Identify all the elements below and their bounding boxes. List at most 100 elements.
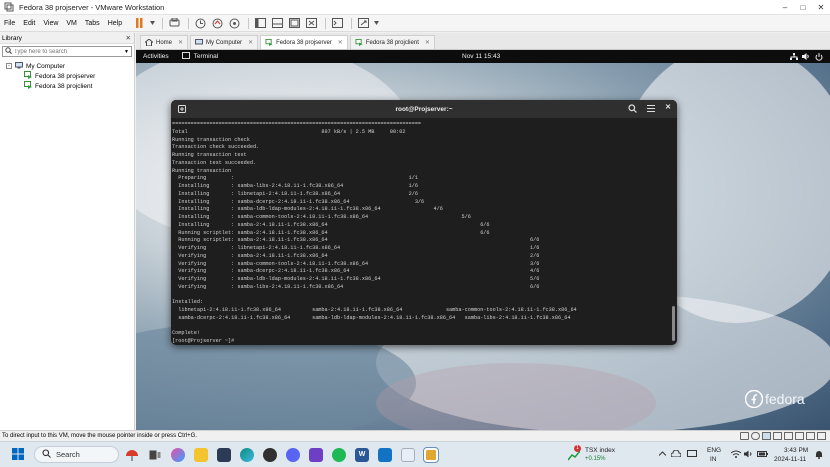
vm-running-icon — [24, 81, 32, 91]
terminal-window[interactable]: root@Projserver:~ ✕ ====================… — [171, 100, 677, 345]
sidebar-view-icon[interactable] — [253, 17, 267, 30]
language-indicator[interactable]: ENG — [707, 447, 721, 454]
fedora-desktop[interactable]: root@Projserver:~ ✕ ====================… — [136, 63, 830, 430]
home-icon — [145, 39, 153, 46]
thumbnail-view-icon[interactable] — [270, 17, 284, 30]
vm-console[interactable]: Activities Terminal Nov 11 15:43 root@Pr… — [136, 50, 830, 430]
activities-button[interactable]: Activities — [136, 53, 176, 60]
revert-snapshot-icon[interactable] — [210, 17, 224, 30]
pause-icon[interactable] — [132, 17, 146, 30]
menu-file[interactable]: File — [0, 20, 19, 27]
weather-widget-icon[interactable] — [125, 448, 139, 462]
tree-node-vm[interactable]: Fedora 38 projserver — [0, 71, 134, 81]
chart-app-icon[interactable] — [401, 447, 415, 462]
menu-help[interactable]: Help — [104, 20, 126, 27]
outlook-icon[interactable] — [378, 447, 392, 462]
obsidian-icon[interactable] — [309, 447, 323, 462]
stretch-icon[interactable] — [356, 17, 370, 30]
app-menu[interactable]: Terminal — [194, 53, 219, 60]
close-tab-icon[interactable]: ✕ — [425, 39, 430, 46]
close-tab-icon[interactable]: ✕ — [248, 39, 253, 46]
device-cd-icon[interactable] — [751, 432, 760, 440]
close-icon[interactable]: ✕ — [665, 103, 671, 111]
menu-edit[interactable]: Edit — [19, 20, 39, 27]
tree-node-my-computer[interactable]: - My Computer — [0, 61, 134, 71]
menu-vm[interactable]: VM — [62, 20, 81, 27]
power-icon[interactable] — [815, 53, 823, 63]
vmware-taskbar-icon[interactable] — [423, 446, 439, 463]
device-sound-icon[interactable] — [784, 432, 793, 440]
windows-taskbar: Search W 1 TSX index +0.15% ENG IN 3:43 … — [0, 441, 830, 467]
maximize-button[interactable]: □ — [794, 0, 812, 15]
file-explorer-icon[interactable] — [194, 447, 208, 462]
snapshot-manager-icon[interactable] — [227, 17, 241, 30]
computer-icon — [195, 39, 204, 45]
notification-bell-icon[interactable] — [815, 450, 823, 461]
terminal-scrollbar[interactable] — [672, 306, 675, 341]
tree-label: Fedora 38 projclient — [35, 82, 93, 90]
library-search[interactable]: ▼ — [2, 46, 132, 57]
search-icon — [42, 449, 51, 460]
hamburger-menu-icon[interactable] — [647, 105, 655, 114]
tree-node-vm[interactable]: Fedora 38 projclient — [0, 81, 134, 91]
close-button[interactable]: ✕ — [812, 0, 830, 15]
close-tab-icon[interactable]: ✕ — [338, 39, 343, 46]
spotify-icon[interactable] — [332, 447, 346, 462]
edge-icon[interactable] — [240, 447, 254, 462]
send-keys-icon[interactable] — [167, 17, 181, 30]
tab-my-computer[interactable]: My Computer ✕ — [190, 35, 259, 49]
chevron-down-icon[interactable] — [149, 17, 155, 30]
snapshot-icon[interactable] — [193, 17, 207, 30]
windows-start-icon[interactable] — [12, 447, 24, 462]
taskbar-search[interactable]: Search — [34, 446, 119, 463]
device-hdd-icon[interactable] — [740, 432, 749, 440]
window-title: Fedora 38 projserver - VMware Workstatio… — [19, 2, 165, 12]
discord-icon[interactable] — [286, 447, 300, 462]
terminal-output[interactable]: ========================================… — [171, 118, 677, 345]
volume-icon[interactable] — [744, 450, 753, 460]
cloud-icon[interactable] — [670, 449, 682, 459]
calculator-icon[interactable] — [217, 447, 231, 462]
close-tab-icon[interactable]: ✕ — [178, 39, 183, 46]
notification-badge: 1 — [574, 445, 581, 452]
tab-fedora-projserver[interactable]: Fedora 38 projserver ✕ — [260, 35, 348, 49]
vmware-app-icon — [4, 2, 14, 12]
tab-home[interactable]: Home ✕ — [140, 35, 189, 49]
clock[interactable]: Nov 11 15:43 — [462, 53, 500, 60]
region-indicator: IN — [710, 456, 717, 463]
obs-icon[interactable] — [263, 447, 277, 462]
message-log-icon[interactable] — [817, 432, 826, 440]
device-usb-icon[interactable] — [773, 432, 782, 440]
clock-date[interactable]: 2024-11-11 — [774, 456, 806, 463]
minimize-button[interactable]: – — [776, 0, 794, 15]
library-search-input[interactable] — [14, 48, 122, 55]
chevron-down-icon[interactable]: ▼ — [122, 49, 131, 55]
collapse-icon[interactable]: - — [6, 63, 12, 69]
clock-time[interactable]: 3:43 PM — [784, 447, 808, 454]
network-icon[interactable] — [790, 53, 798, 62]
menu-view[interactable]: View — [39, 20, 62, 27]
chevron-up-icon[interactable] — [658, 451, 667, 458]
wifi-icon[interactable] — [730, 450, 742, 460]
search-icon[interactable] — [628, 104, 637, 115]
task-view-icon[interactable] — [148, 448, 162, 462]
menu-tabs[interactable]: Tabs — [81, 20, 104, 27]
tab-fedora-projclient[interactable]: Fedora 38 projclient ✕ — [349, 35, 435, 49]
device-display-icon[interactable] — [806, 432, 815, 440]
stock-widget[interactable]: 1 TSX index +0.15% — [567, 445, 628, 465]
device-network-icon[interactable] — [762, 432, 771, 440]
new-tab-icon[interactable] — [178, 105, 186, 115]
terminal-console-icon[interactable] — [330, 17, 344, 30]
phone-link-icon[interactable] — [687, 450, 697, 460]
fedora-logo-icon — [745, 390, 763, 408]
library-panel: Library ✕ ▼ - My Computer Fedora 38 proj… — [0, 33, 135, 430]
word-icon[interactable]: W — [355, 447, 369, 462]
fullscreen-icon[interactable] — [304, 17, 318, 30]
volume-icon[interactable] — [802, 53, 810, 62]
console-view-icon[interactable] — [287, 17, 301, 30]
device-printer-icon[interactable] — [795, 432, 804, 440]
chevron-down-icon[interactable] — [373, 17, 379, 30]
copilot-icon[interactable] — [171, 447, 185, 462]
close-library-icon[interactable]: ✕ — [126, 34, 134, 42]
battery-icon[interactable] — [757, 451, 768, 459]
